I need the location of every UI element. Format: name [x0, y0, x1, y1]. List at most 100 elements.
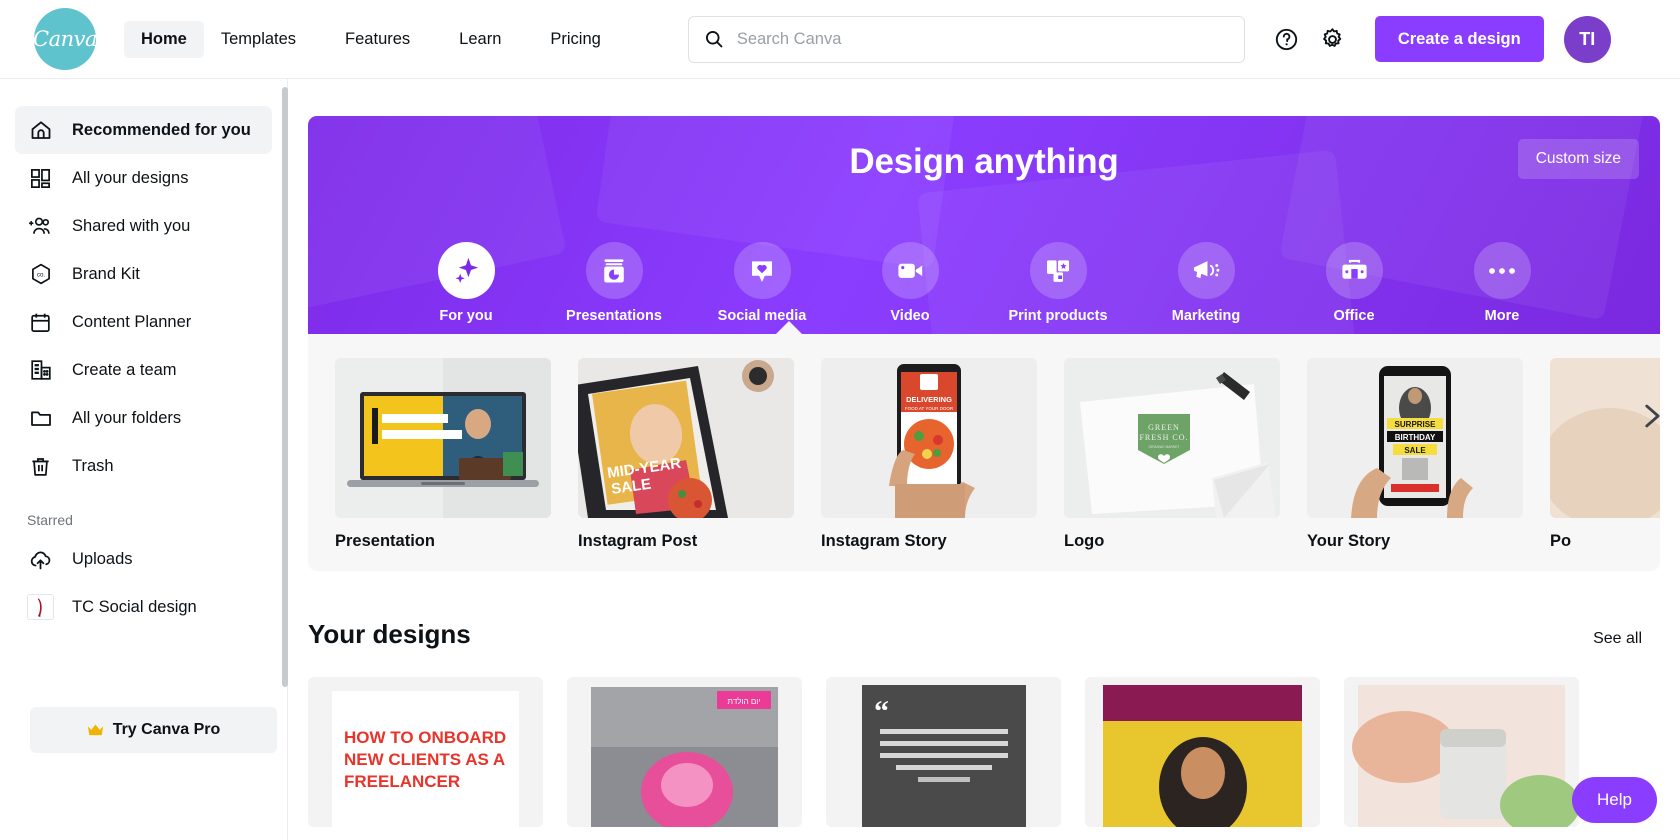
sidebar-item-all-folders[interactable]: All your folders: [15, 394, 272, 442]
gear-icon-button[interactable]: [1313, 19, 1353, 59]
category-office[interactable]: Office: [1307, 242, 1401, 324]
envelope-green-fresh-thumb: GREEN FRESH CO. ORGANIC MARKET: [1064, 358, 1280, 518]
sidebar-item-label: Recommended for you: [72, 120, 251, 139]
sidebar-item-brand-kit[interactable]: co. Brand Kit: [15, 250, 272, 298]
template-label: Po: [1550, 532, 1572, 550]
sidebar-item-recommended[interactable]: Recommended for you: [15, 106, 272, 154]
template-card-instagram-story[interactable]: DELIVERING FOOD AT YOUR DOOR Instagram S…: [821, 358, 1037, 551]
canva-logo[interactable]: Canva: [33, 8, 98, 70]
design-card-dark-quote[interactable]: “: [826, 677, 1061, 827]
heart-pin-icon: [733, 242, 791, 299]
custom-size-button[interactable]: Custom size: [1517, 139, 1639, 179]
template-card-instagram-post[interactable]: MID-YEAR SALE Instagram Post: [578, 358, 794, 551]
avatar-initials: TI: [1579, 28, 1596, 49]
sidebar-item-label: Uploads: [72, 549, 133, 568]
nav-item-home[interactable]: Home: [124, 20, 204, 58]
nav-item-features[interactable]: Features: [328, 21, 442, 58]
left-sidebar: Recommended for you All your designs Sha…: [0, 79, 288, 840]
svg-text:FOOD AT YOUR DOOR: FOOD AT YOUR DOOR: [905, 406, 954, 411]
template-card-presentation[interactable]: Presentation: [335, 358, 551, 551]
nav-label: Features: [345, 29, 411, 48]
search-bar[interactable]: [687, 15, 1245, 63]
template-label: Your Story: [1307, 532, 1391, 550]
nav-item-learn[interactable]: Learn: [442, 21, 533, 58]
design-card-yellow-portrait[interactable]: [1085, 677, 1320, 827]
sidebar-section-starred: Starred: [27, 512, 73, 528]
selected-category-arrow: [776, 321, 802, 334]
pro-button-label: Try Canva Pro: [112, 721, 221, 738]
sidebar-item-label: Create a team: [72, 360, 177, 379]
design-card-pink-flower[interactable]: יום הולדת: [567, 677, 802, 827]
category-list: For you Presentations Social media Video…: [308, 242, 1660, 324]
grid-icon: [27, 165, 54, 192]
hero-title: Design anything: [849, 142, 1119, 181]
sidebar-item-label: TC Social design: [72, 597, 197, 616]
help-button[interactable]: Help: [1572, 777, 1657, 823]
home-icon: [27, 117, 54, 144]
category-more[interactable]: More: [1455, 242, 1549, 324]
category-presentations[interactable]: Presentations: [566, 242, 662, 324]
svg-text:GREEN: GREEN: [1148, 423, 1180, 432]
design-card-how-to-onboard[interactable]: HOW TO ONBOARD NEW CLIENTS AS A FREELANC…: [308, 677, 543, 827]
cloud-upload-icon: [27, 546, 54, 573]
category-label: For you: [439, 308, 493, 324]
svg-text:“: “: [874, 695, 889, 728]
category-marketing[interactable]: Marketing: [1159, 242, 1253, 324]
nav-item-templates[interactable]: Templates: [204, 21, 328, 58]
template-card-partial[interactable]: Po: [1550, 358, 1660, 551]
template-card-row: Presentation MID-YEAR SALE Instagram Pos…: [308, 334, 1660, 571]
main-nav: Home Templates Features Learn Pricing: [124, 20, 633, 58]
sidebar-item-uploads[interactable]: Uploads: [15, 535, 272, 583]
create-a-design-button[interactable]: Create a design: [1374, 16, 1544, 62]
template-card-your-story[interactable]: SURPRISE BIRTHDAY SALE Your Story: [1307, 358, 1523, 551]
svg-text:HOW TO ONBOARD: HOW TO ONBOARD: [344, 728, 506, 747]
sidebar-item-label: Content Planner: [72, 312, 192, 331]
svg-text:BIRTHDAY: BIRTHDAY: [1395, 433, 1436, 442]
category-label: More: [1484, 308, 1520, 324]
print-products-icon: [1029, 242, 1087, 299]
design-card-hands-product[interactable]: [1344, 677, 1579, 827]
crown-icon: [87, 723, 104, 737]
phone-delivering-food-thumb: DELIVERING FOOD AT YOUR DOOR: [821, 358, 1037, 518]
sidebar-item-trash[interactable]: Trash: [15, 442, 272, 490]
add-people-icon: [27, 213, 54, 240]
svg-text:SALE: SALE: [1404, 446, 1426, 455]
user-avatar[interactable]: TI: [1563, 15, 1611, 63]
see-all-link[interactable]: See all: [1593, 630, 1642, 648]
try-canva-pro-button[interactable]: Try Canva Pro: [30, 707, 277, 753]
search-input[interactable]: [736, 29, 1229, 49]
category-print-products[interactable]: Print products: [1008, 242, 1108, 324]
template-label: Presentation: [335, 532, 435, 550]
partial-card-thumb: [1550, 358, 1660, 518]
top-header: Canva Home Templates Features Learn Pric…: [0, 0, 1680, 79]
nav-label: Templates: [220, 29, 297, 48]
design-thumbnail-icon: [27, 594, 54, 620]
nav-item-pricing[interactable]: Pricing: [533, 21, 632, 58]
category-for-you[interactable]: For you: [419, 242, 513, 324]
main-content: Design anything Custom size For you Pres…: [289, 79, 1680, 840]
sidebar-item-content-planner[interactable]: Content Planner: [15, 298, 272, 346]
template-card-logo[interactable]: GREEN FRESH CO. ORGANIC MARKET Logo: [1064, 358, 1280, 551]
ellipsis-icon: [1473, 242, 1531, 299]
category-video[interactable]: Video: [863, 242, 957, 324]
category-label: Presentations: [566, 308, 662, 324]
sidebar-item-shared[interactable]: Shared with you: [15, 202, 272, 250]
category-social-media[interactable]: Social media: [715, 242, 809, 324]
your-designs-header: Your designs See all: [308, 619, 1642, 650]
svg-text:NEW CLIENTS AS A: NEW CLIENTS AS A: [344, 750, 505, 769]
sparkle-icon: [437, 242, 495, 299]
search-icon: [704, 29, 724, 49]
help-icon-button[interactable]: [1267, 19, 1307, 59]
sidebar-item-label: Trash: [72, 456, 114, 475]
calendar-icon: [27, 309, 54, 336]
sidebar-item-all-designs[interactable]: All your designs: [15, 154, 272, 202]
video-camera-icon: [881, 242, 939, 299]
header-icon-group: [1267, 19, 1353, 59]
phone-birthday-sale-thumb: SURPRISE BIRTHDAY SALE: [1307, 358, 1523, 518]
sidebar-item-create-team[interactable]: Create a team: [15, 346, 272, 394]
sidebar-item-tc-social-design[interactable]: TC Social design: [15, 583, 272, 631]
your-designs-row: HOW TO ONBOARD NEW CLIENTS AS A FREELANC…: [308, 677, 1680, 827]
category-label: Video: [890, 308, 930, 324]
carousel-next-icon[interactable]: [1634, 399, 1660, 433]
sidebar-scrollbar[interactable]: [282, 87, 288, 687]
